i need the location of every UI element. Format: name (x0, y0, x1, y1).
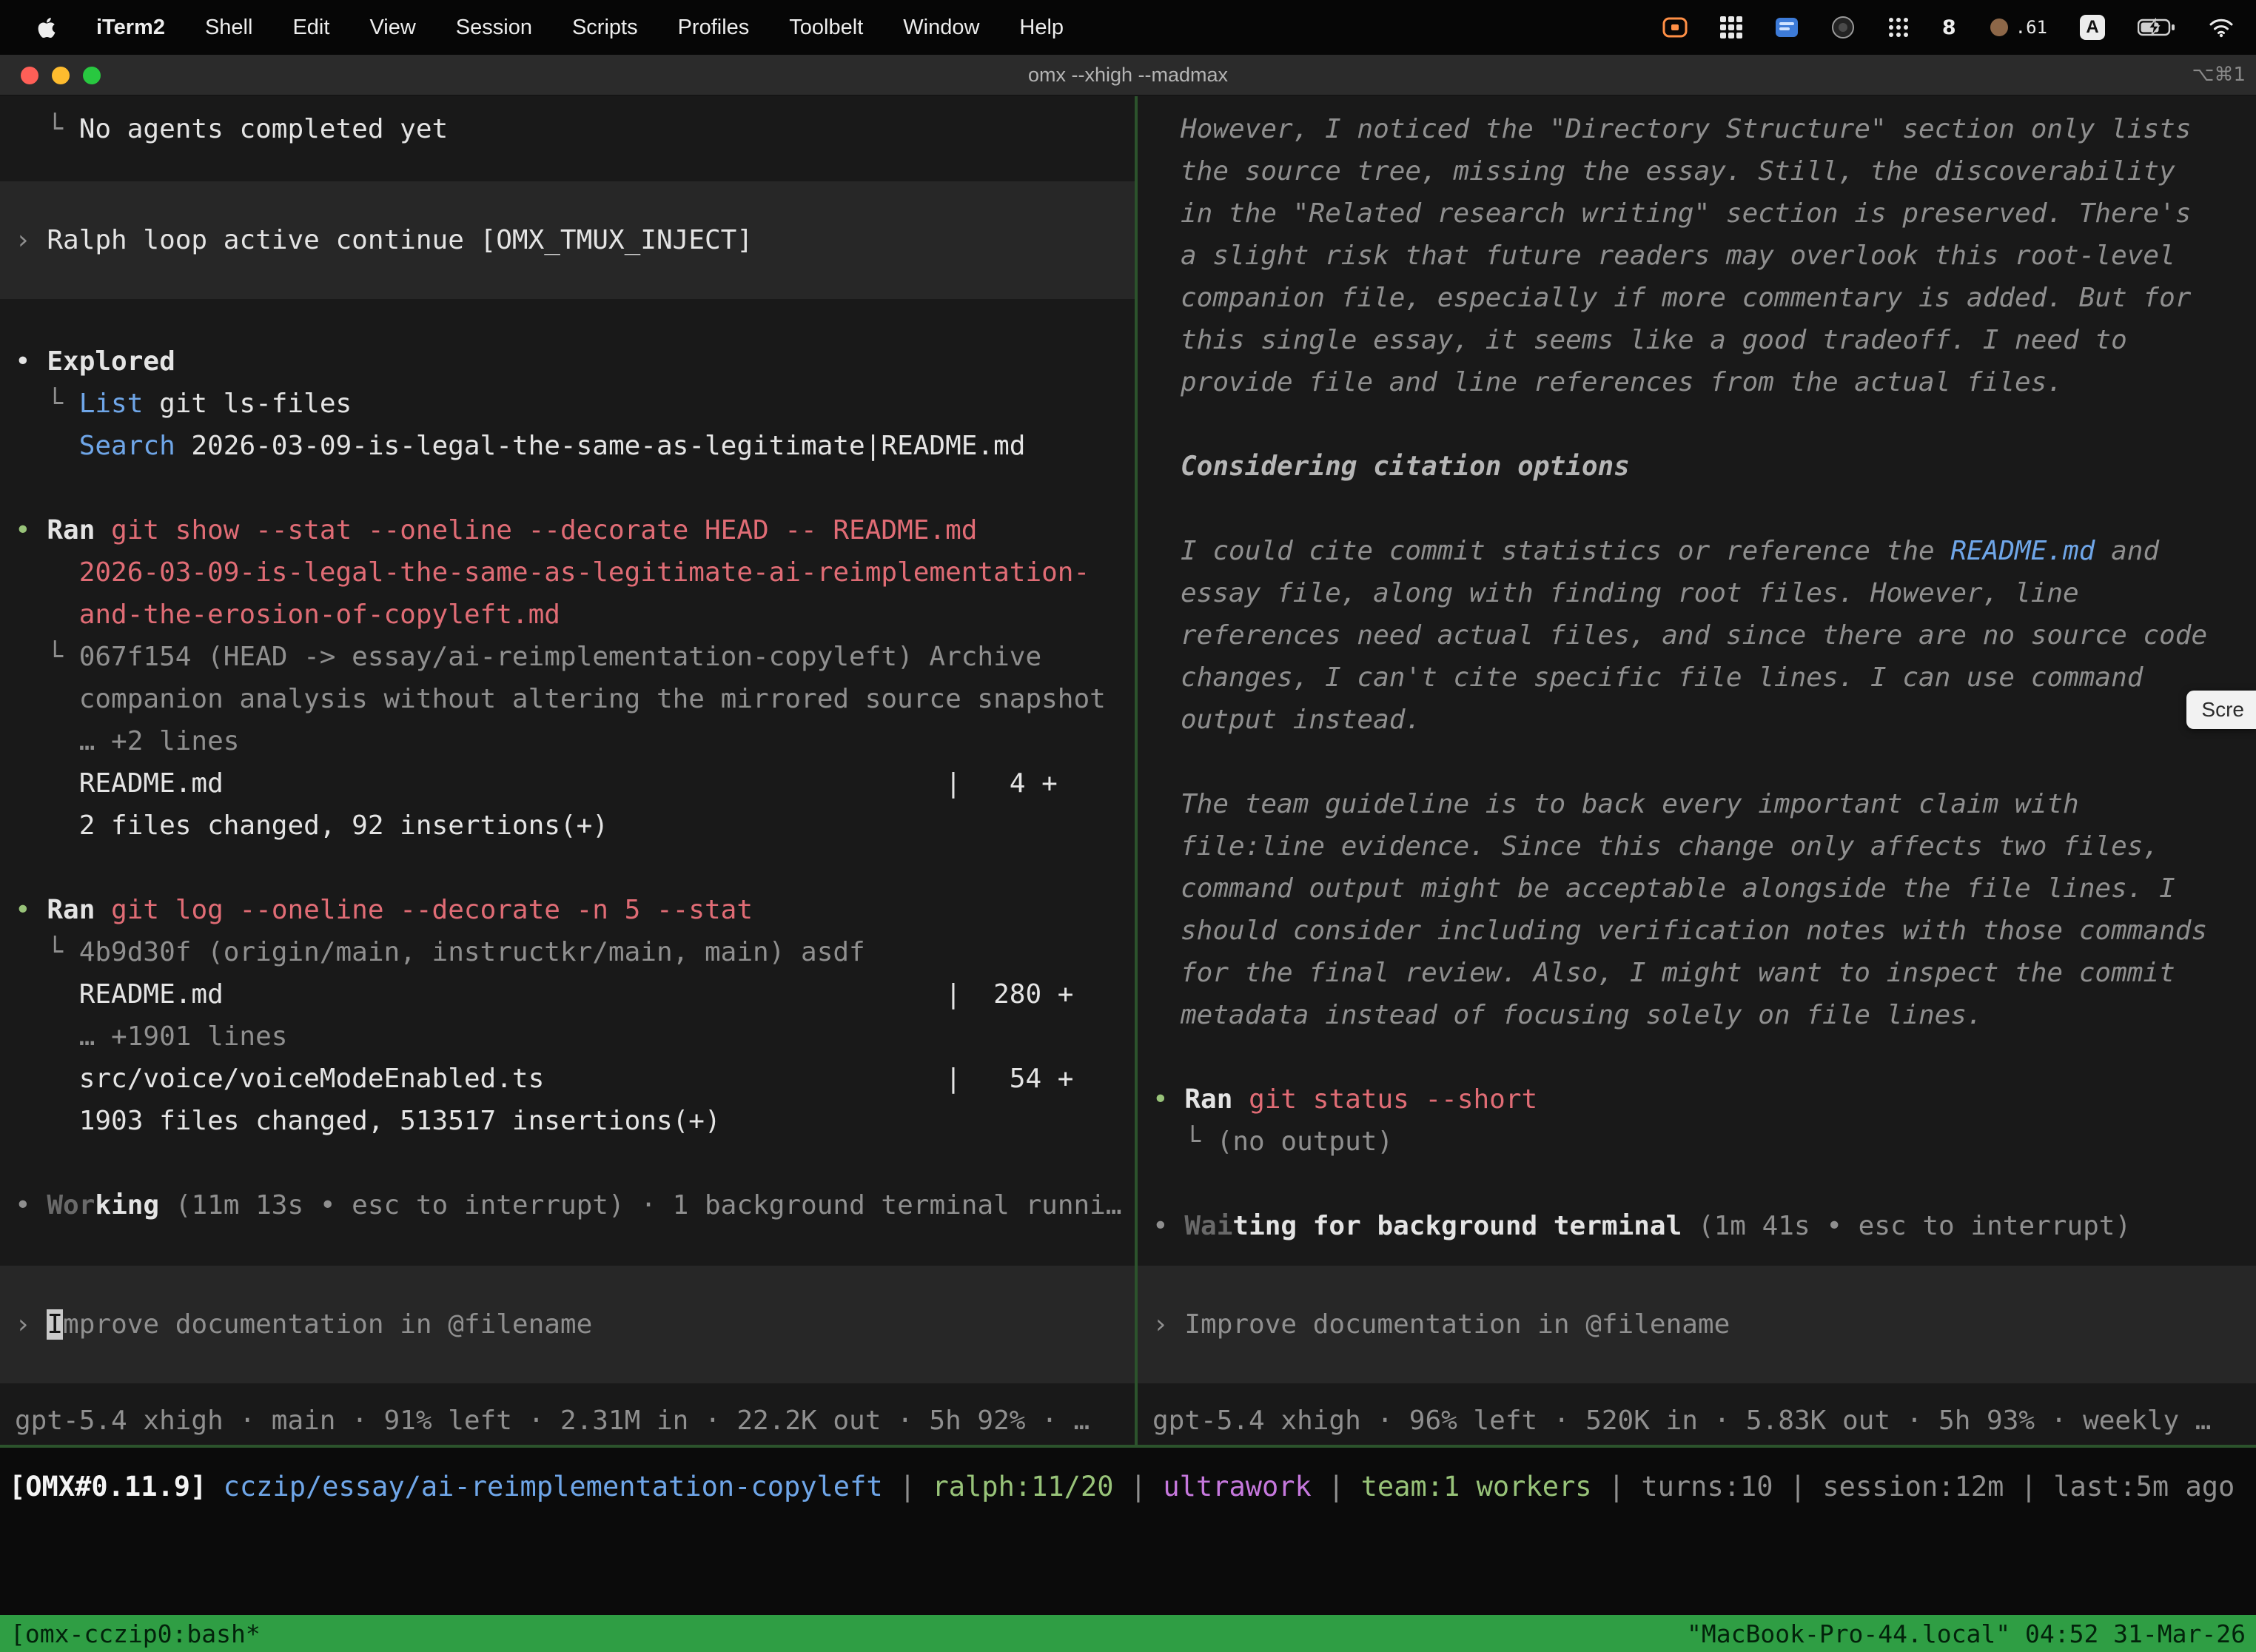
window-grid-icon[interactable] (1720, 11, 1742, 44)
window-shortcut-hint: ⌥⌘1 (2192, 55, 2246, 95)
tmux-pane-right[interactable]: However, I noticed the "Directory Struct… (1138, 96, 2256, 1445)
terminal-line: • Ran git log --oneline --decorate -n 5 … (15, 889, 1135, 931)
wifi-icon[interactable] (2209, 11, 2234, 44)
prompt-input-right[interactable]: › Improve documentation in @filename (1138, 1266, 2256, 1383)
omx-status-area: [OMX#0.11.9] cczip/essay/ai-reimplementa… (0, 1448, 2256, 1615)
terminal-line: • Ran git status --short (1152, 1078, 2256, 1121)
apple-menu-icon[interactable] (37, 16, 56, 39)
pane-right-scrollback: However, I noticed the "Directory Struct… (1138, 96, 2256, 1247)
menu-edit[interactable]: Edit (292, 16, 329, 40)
blue-app-icon[interactable] (1775, 11, 1799, 44)
terminal-line: … +2 lines (15, 720, 1135, 762)
menu-scripts[interactable]: Scripts (572, 16, 638, 40)
prompt-input-left[interactable]: › Improve documentation in @filename (0, 1266, 1135, 1383)
menu-window[interactable]: Window (903, 16, 979, 40)
terminal-window: └ No agents completed yet › Ralph loop ac… (0, 96, 2256, 1445)
menu-bar: iTerm2 Shell Edit View Session Scripts Profile… (0, 0, 2256, 55)
output-block: • Explored └ List git ls-files Search 20… (15, 340, 1135, 467)
tmux-session-window[interactable]: [omx-cczip0:bash* (10, 1619, 261, 1648)
menu-toolbelt[interactable]: Toolbelt (789, 16, 863, 40)
input-source-icon[interactable]: A (2080, 11, 2105, 44)
menu-help[interactable]: Help (1019, 16, 1064, 40)
tmux-pane-left[interactable]: └ No agents completed yet › Ralph loop ac… (0, 96, 1135, 1445)
omx-status-line: [OMX#0.11.9] cczip/essay/ai-reimplementa… (9, 1465, 2256, 1508)
terminal-line: › Improve documentation in @filename (15, 1303, 1135, 1346)
notification-band: › Ralph loop active continue [OMX_TMUX_I… (0, 181, 1135, 299)
model-status-left: gpt-5.4 xhigh · main · 91% left · 2.31M … (15, 1400, 1135, 1442)
terminal-line: 2026-03-09-is-legal-the-same-as-legitima… (15, 551, 1135, 594)
terminal-line: README.md | 4 + (15, 762, 1135, 805)
output-block: • Ran git show --stat --oneline --decora… (15, 509, 1135, 847)
pane-left-bottom: › Improve documentation in @filename gpt… (0, 1266, 1135, 1445)
terminal-line: › Improve documentation in @filename (1152, 1303, 2256, 1346)
output-block: • Ran git status --short └ (no output) (1152, 1078, 2256, 1163)
output-block: • Ran git log --oneline --decorate -n 5 … (15, 889, 1135, 1142)
terminal-line: └ 067f154 (HEAD -> essay/ai-reimplementa… (15, 636, 1135, 678)
emoji-meter-icon[interactable]: .61 (1989, 11, 2047, 44)
title-bar: omx --xhigh --madmax ⌥⌘1 (0, 55, 2256, 96)
terminal-line: └ 4b9d30f (origin/main, instructkr/main,… (15, 931, 1135, 973)
terminal-line: └ List git ls-files (15, 383, 1135, 425)
pane-left-scrollback: └ No agents completed yet › Ralph loop ac… (0, 96, 1135, 1226)
thinking-paragraph: The team guideline is to back every impo… (1181, 783, 2215, 1036)
terminal-line: 2 files changed, 92 insertions(+) (15, 805, 1135, 847)
output-block: └ No agents completed yet (15, 108, 1135, 150)
model-status-right: gpt-5.4 xhigh · 96% left · 520K in · 5.8… (1152, 1400, 2256, 1442)
terminal-line: … +1901 lines (15, 1015, 1135, 1058)
terminal-line: • Working (11m 13s • esc to interrupt) ·… (15, 1184, 1135, 1226)
terminal-line: › Ralph loop active continue [OMX_TMUX_I… (15, 219, 1135, 261)
keystroke-icon[interactable]: 8 (1942, 11, 1956, 44)
terminal-line: 1903 files changed, 513517 insertions(+) (15, 1100, 1135, 1142)
dark-app-icon[interactable] (1831, 11, 1855, 44)
output-block: • Waiting for background terminal (1m 41… (1152, 1205, 2256, 1247)
menu-bar-status-icons: 8 .61 A (1662, 11, 2234, 44)
terminal-line: gpt-5.4 xhigh · 96% left · 520K in · 5.8… (1152, 1400, 2256, 1442)
battery-icon[interactable] (2138, 11, 2176, 44)
thinking-paragraph: Considering citation options (1181, 446, 2215, 488)
pane-right-bottom: › Improve documentation in @filename gpt… (1138, 1266, 2256, 1445)
menu-view[interactable]: View (369, 16, 415, 40)
launchpad-grid-icon[interactable] (1887, 11, 1910, 44)
thinking-paragraph: However, I noticed the "Directory Struct… (1181, 108, 2215, 403)
tmux-status-bar: [omx-cczip0:bash* "MacBook-Pro-44.local"… (0, 1615, 2256, 1652)
screen-recording-icon[interactable] (1662, 11, 1688, 44)
menu-shell[interactable]: Shell (205, 16, 253, 40)
terminal-line: companion analysis without altering the … (15, 678, 1135, 720)
terminal-line: [OMX#0.11.9] cczip/essay/ai-reimplementa… (9, 1465, 2256, 1508)
terminal-line: └ No agents completed yet (15, 108, 1135, 150)
terminal-line: README.md | 280 + (15, 973, 1135, 1015)
window-title: omx --xhigh --madmax (0, 55, 2256, 95)
terminal-line: └ (no output) (1152, 1121, 2256, 1163)
thinking-paragraph: I could cite commit statistics or refere… (1181, 530, 2215, 741)
menu-bar-left: iTerm2 Shell Edit View Session Scripts Profile… (37, 16, 1064, 40)
terminal-line: src/voice/voiceModeEnabled.ts | 54 + (15, 1058, 1135, 1100)
terminal-line: • Waiting for background terminal (1m 41… (1152, 1205, 2256, 1247)
menu-iterm2[interactable]: iTerm2 (96, 16, 165, 40)
output-block: • Working (11m 13s • esc to interrupt) ·… (15, 1184, 1135, 1226)
terminal-line: Search 2026-03-09-is-legal-the-same-as-l… (15, 425, 1135, 467)
screen-tooltip: Scre (2186, 691, 2256, 729)
menu-session[interactable]: Session (456, 16, 532, 40)
terminal-line: • Ran git show --stat --oneline --decora… (15, 509, 1135, 551)
terminal-line: gpt-5.4 xhigh · main · 91% left · 2.31M … (15, 1400, 1135, 1442)
terminal-line: • Explored (15, 340, 1135, 383)
terminal-line: and-the-erosion-of-copyleft.md (15, 594, 1135, 636)
menu-profiles[interactable]: Profiles (678, 16, 750, 40)
tmux-host-clock: "MacBook-Pro-44.local" 04:52 31-Mar-26 (1687, 1619, 2246, 1648)
